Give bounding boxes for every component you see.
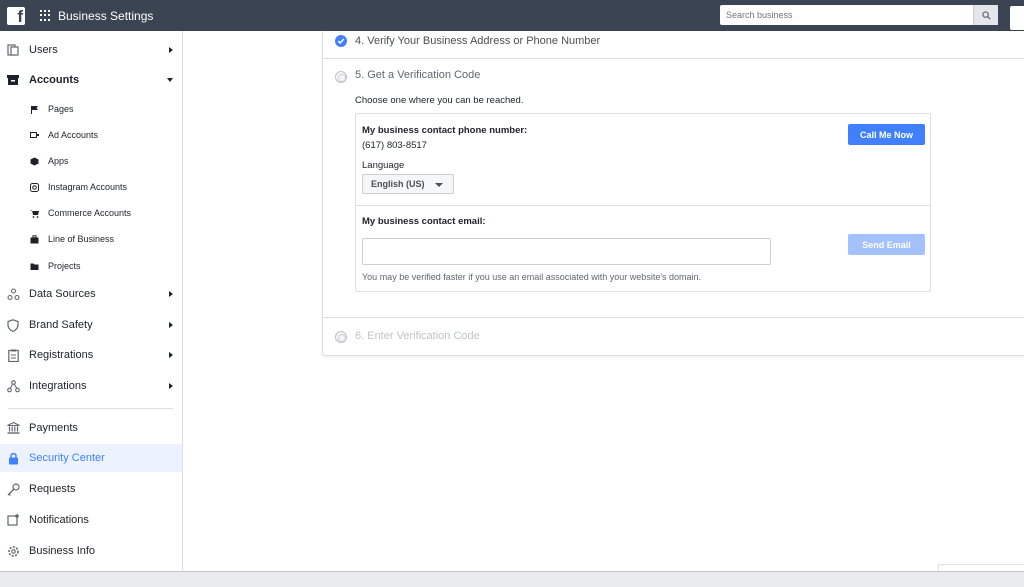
key-icon — [6, 482, 20, 496]
chevron-right-icon — [169, 322, 173, 328]
step-5-radio-icon — [335, 71, 347, 83]
step-4-label: 4. Verify Your Business Address or Phone… — [355, 35, 601, 47]
sidebar-item-security-center[interactable]: Security Center — [0, 444, 182, 472]
language-label: Language — [362, 160, 405, 171]
caret-down-icon — [435, 183, 443, 187]
email-hint: You may be verified faster if you use an… — [362, 272, 702, 282]
step-6-label: 6. Enter Verification Code — [355, 330, 480, 342]
language-selected-value: English (US) — [371, 179, 425, 189]
sidebar-item-label: Users — [29, 44, 58, 56]
phone-label: My business contact phone number: — [362, 125, 528, 136]
phone-number: (617) 803-8517 — [362, 140, 427, 151]
sidebar-item-label: Requests — [29, 483, 76, 495]
step-4-row[interactable]: 4. Verify Your Business Address or Phone… — [323, 33, 1024, 59]
sidebar-item-label: Business Info — [29, 545, 96, 557]
integrations-icon — [6, 379, 20, 393]
choose-instruction: Choose one where you can be reached. — [355, 95, 524, 106]
app-title: Business Settings — [58, 8, 154, 23]
sidebar-subitem-label: Pages — [48, 104, 74, 114]
sidebar-item-label: Brand Safety — [29, 319, 93, 331]
chevron-right-icon — [169, 383, 173, 389]
chevron-down-icon — [167, 78, 173, 82]
sidebar-item-integrations[interactable]: Integrations — [0, 372, 182, 400]
call-me-now-button[interactable]: Call Me Now — [848, 124, 925, 145]
sidebar-subitem-instagram-accounts[interactable]: Instagram Accounts — [0, 176, 182, 198]
shield-icon — [6, 318, 20, 332]
chevron-right-icon — [169, 47, 173, 53]
sidebar-item-accounts[interactable]: Accounts — [0, 66, 182, 94]
search-button[interactable] — [973, 5, 998, 25]
window-corner — [1010, 6, 1024, 30]
sidebar-subitem-label: Ad Accounts — [48, 130, 99, 140]
sidebar-item-label: Security Center — [29, 452, 105, 464]
language-dropdown[interactable]: English (US) — [362, 174, 454, 194]
flag-icon — [29, 104, 39, 114]
sidebar-item-label: Accounts — [29, 74, 80, 86]
sidebar-item-data-sources[interactable]: Data Sources — [0, 280, 182, 308]
sidebar-item-label: Integrations — [29, 380, 87, 392]
cart-icon — [29, 208, 39, 218]
verification-card: 4. Verify Your Business Address or Phone… — [322, 31, 1024, 356]
data-sources-icon — [6, 287, 20, 301]
step-5-label: 5. Get a Verification Code — [355, 69, 481, 81]
sidebar-item-label: Payments — [29, 422, 78, 434]
chevron-right-icon — [169, 352, 173, 358]
notification-icon — [6, 513, 20, 527]
sidebar-subitem-projects[interactable]: Projects — [0, 255, 182, 277]
instagram-icon — [29, 182, 39, 192]
sidebar: Users Accounts Pages Ad Accounts Apps In… — [0, 31, 183, 571]
sidebar-item-label: Registrations — [29, 349, 94, 361]
sidebar-item-requests[interactable]: Requests — [0, 475, 182, 503]
gear-icon — [6, 544, 20, 558]
email-label: My business contact email: — [362, 216, 486, 227]
accounts-icon — [6, 73, 20, 87]
step-divider — [323, 317, 1024, 318]
facebook-logo-icon[interactable]: f — [7, 6, 25, 25]
sidebar-subitem-label: Projects — [48, 261, 81, 271]
bank-icon — [6, 421, 20, 435]
sidebar-subitem-line-of-business[interactable]: Line of Business — [0, 228, 182, 250]
cube-icon — [29, 156, 39, 166]
bottom-strip — [0, 571, 1024, 587]
sidebar-item-registrations[interactable]: Registrations — [0, 341, 182, 369]
sidebar-subitem-pages[interactable]: Pages — [0, 98, 182, 120]
sidebar-divider — [8, 408, 173, 409]
chevron-right-icon — [169, 291, 173, 297]
apps-grid-icon[interactable] — [40, 9, 52, 22]
sidebar-item-notifications[interactable]: Notifications — [0, 506, 182, 534]
sidebar-subitem-label: Apps — [48, 156, 69, 166]
sidebar-subitem-ad-accounts[interactable]: Ad Accounts — [0, 124, 182, 146]
sidebar-subitem-label: Instagram Accounts — [48, 182, 128, 192]
email-field[interactable] — [362, 238, 771, 265]
sidebar-subitem-commerce-accounts[interactable]: Commerce Accounts — [0, 202, 182, 224]
search-icon — [981, 10, 991, 20]
send-email-button[interactable]: Send Email — [848, 234, 925, 255]
users-icon — [6, 43, 20, 57]
sidebar-item-payments[interactable]: Payments — [0, 414, 182, 442]
bottom-right-panel — [938, 564, 1024, 571]
step-6-radio-icon — [335, 331, 347, 343]
briefcase-icon — [29, 234, 39, 244]
top-bar: f Business Settings — [0, 0, 1024, 31]
sidebar-item-business-info[interactable]: Business Info — [0, 537, 182, 565]
registrations-icon — [6, 348, 20, 362]
main-content: 4. Verify Your Business Address or Phone… — [183, 31, 1024, 571]
sidebar-subitem-apps[interactable]: Apps — [0, 150, 182, 172]
ad-accounts-icon — [29, 130, 39, 140]
sidebar-item-label: Notifications — [29, 514, 89, 526]
section-divider — [356, 205, 930, 206]
contact-options-box: My business contact phone number: (617) … — [355, 113, 931, 292]
sidebar-item-users[interactable]: Users — [0, 36, 182, 64]
sidebar-item-label: Data Sources — [29, 288, 96, 300]
sidebar-subitem-label: Commerce Accounts — [48, 208, 132, 218]
folder-icon — [29, 261, 39, 271]
sidebar-subitem-label: Line of Business — [48, 234, 115, 244]
search-input[interactable] — [720, 6, 970, 24]
lock-icon — [6, 451, 20, 465]
checkmark-icon — [335, 35, 347, 47]
sidebar-item-brand-safety[interactable]: Brand Safety — [0, 311, 182, 339]
search-box — [720, 5, 998, 25]
